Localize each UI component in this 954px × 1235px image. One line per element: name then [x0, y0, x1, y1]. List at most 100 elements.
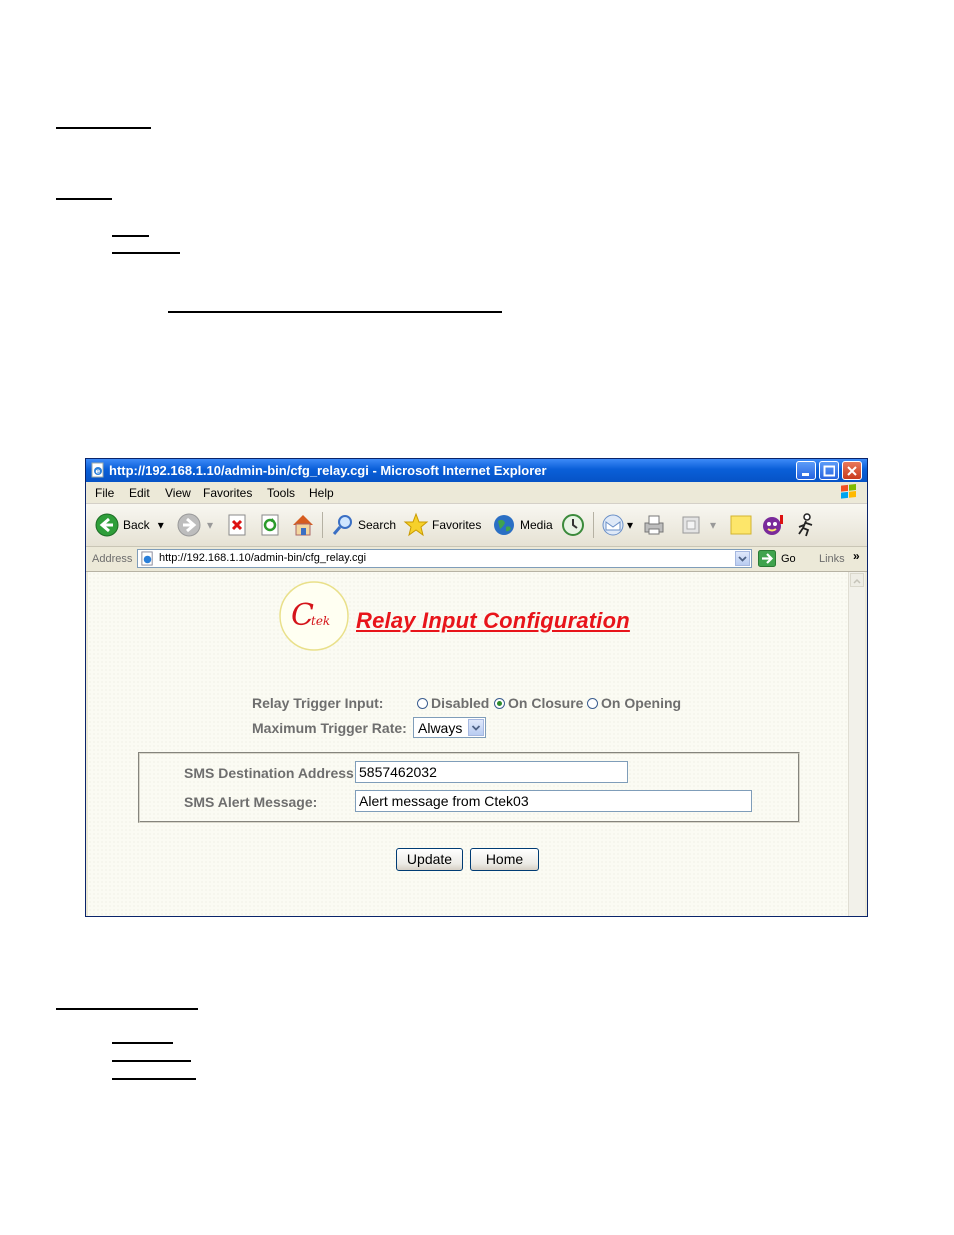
address-dropdown-button[interactable] [735, 551, 750, 566]
back-label: Back [123, 518, 150, 532]
home-toolbar-button[interactable] [290, 512, 316, 538]
doc-caption-underline [168, 311, 502, 313]
radio-on-opening[interactable]: On Opening [587, 695, 681, 711]
menu-file[interactable]: File [95, 486, 114, 500]
running-man-icon [798, 513, 813, 537]
address-label: Address [92, 553, 133, 565]
vertical-scrollbar[interactable] [848, 572, 865, 916]
favorites-button[interactable]: Favorites [403, 512, 481, 538]
max-trigger-rate-value: Always [418, 720, 463, 736]
sms-destination-input[interactable]: 5857462032 [355, 761, 628, 783]
update-button[interactable]: Update [396, 848, 463, 871]
favorites-label: Favorites [432, 518, 482, 532]
maximize-icon [823, 465, 835, 477]
media-label: Media [520, 518, 553, 532]
page-title: Relay Input Configuration [356, 608, 630, 633]
notes-button[interactable] [729, 512, 753, 538]
back-dropdown-icon[interactable]: ▾ [158, 518, 164, 532]
messenger-icon [763, 515, 783, 535]
back-button[interactable]: Back ▾ [94, 512, 164, 538]
search-button[interactable]: Search [331, 512, 396, 538]
edit-button[interactable]: ▾ [680, 512, 716, 538]
select-dropdown-button[interactable] [468, 719, 484, 736]
forward-dropdown-icon[interactable]: ▾ [207, 518, 213, 532]
media-button[interactable]: Media [491, 512, 553, 538]
radio-on-closure[interactable]: On Closure [494, 695, 583, 711]
go-label: Go [781, 552, 796, 565]
home-icon [293, 515, 313, 536]
sms-alert-message-value: Alert message from Ctek03 [359, 793, 529, 809]
menu-edit[interactable]: Edit [129, 486, 150, 500]
radio-on-closure-label: On Closure [508, 695, 584, 711]
sms-alert-message-label: SMS Alert Message: [184, 794, 318, 810]
messenger-button[interactable] [760, 512, 786, 538]
radio-disabled[interactable]: Disabled [417, 695, 489, 711]
menu-help[interactable]: Help [309, 486, 334, 500]
doc-subheading-underline-2 [112, 252, 180, 254]
max-trigger-rate-select[interactable]: Always [413, 717, 486, 738]
go-button[interactable]: Go [758, 550, 796, 567]
title-bar[interactable]: e http://192.168.1.10/admin-bin/cfg_rela… [86, 459, 867, 482]
close-button[interactable] [842, 461, 862, 480]
forward-button[interactable]: ▾ [176, 512, 213, 538]
scroll-up-button[interactable] [850, 573, 864, 587]
search-label: Search [358, 518, 397, 532]
address-input[interactable]: http://192.168.1.10/admin-bin/cfg_relay.… [137, 549, 752, 568]
sms-destination-label: SMS Destination Address: [184, 765, 359, 781]
relay-trigger-label: Relay Trigger Input: [252, 695, 384, 711]
ctek-logo: C tek [279, 581, 349, 651]
back-arrow-icon [95, 513, 119, 537]
windows-flag-icon [841, 484, 856, 499]
maximize-button[interactable] [819, 461, 839, 480]
menu-bar: File Edit View Favorites Tools Help [86, 482, 867, 504]
links-label[interactable]: Links [819, 553, 845, 565]
search-icon [332, 515, 352, 535]
browser-window: e http://192.168.1.10/admin-bin/cfg_rela… [85, 458, 868, 917]
aim-button[interactable] [794, 512, 818, 538]
stop-button[interactable] [225, 512, 249, 538]
address-bar: Address http://192.168.1.10/admin-bin/cf… [86, 547, 867, 572]
doc-heading-underline-3 [56, 1008, 198, 1010]
chevron-up-icon [853, 578, 861, 584]
radio-circle[interactable] [417, 697, 428, 709]
print-icon [644, 515, 664, 535]
refresh-icon [261, 514, 279, 536]
ie-page-icon [141, 551, 153, 566]
doc-subheading-underline-3 [112, 1042, 173, 1044]
radio-circle[interactable] [587, 697, 598, 709]
print-button[interactable] [641, 512, 667, 538]
edit-dropdown-icon[interactable]: ▾ [710, 518, 716, 532]
doc-subheading-underline-1 [112, 235, 149, 237]
address-url: http://192.168.1.10/admin-bin/cfg_relay.… [159, 552, 367, 564]
minimize-icon [802, 473, 809, 476]
mail-dropdown-icon[interactable]: ▾ [627, 518, 633, 532]
history-button[interactable] [560, 512, 586, 538]
menu-view[interactable]: View [165, 486, 191, 500]
page-content: C tek Relay Input Configuration Relay Tr… [88, 572, 865, 916]
toolbar-separator [593, 512, 594, 538]
close-icon [847, 466, 857, 476]
menu-favorites[interactable]: Favorites [203, 486, 252, 500]
mail-button[interactable]: ▾ [600, 512, 633, 538]
radio-on-opening-label: On Opening [601, 695, 682, 711]
sms-alert-message-input[interactable]: Alert message from Ctek03 [355, 790, 752, 812]
favorites-star-icon [403, 512, 429, 537]
doc-subheading-underline-5 [112, 1078, 196, 1080]
links-chevron-icon[interactable]: » [853, 549, 860, 563]
go-arrow-icon [758, 550, 776, 567]
chevron-down-icon [738, 556, 747, 562]
menu-tools[interactable]: Tools [267, 486, 295, 500]
minimize-button[interactable] [796, 461, 816, 480]
svg-text:tek: tek [311, 614, 330, 628]
edit-page-icon [682, 516, 700, 534]
window-title: http://192.168.1.10/admin-bin/cfg_relay.… [109, 463, 547, 478]
ie-page-icon: e [91, 462, 104, 478]
doc-heading-underline-2 [56, 198, 112, 200]
home-button[interactable]: Home [470, 848, 539, 871]
forward-arrow-icon [177, 513, 201, 537]
sms-settings-group: SMS Destination Address: 5857462032 SMS … [138, 752, 800, 823]
refresh-button[interactable] [258, 512, 282, 538]
max-trigger-rate-label: Maximum Trigger Rate: [252, 720, 407, 736]
radio-circle-checked[interactable] [494, 697, 505, 709]
doc-heading-underline-1 [56, 127, 151, 129]
